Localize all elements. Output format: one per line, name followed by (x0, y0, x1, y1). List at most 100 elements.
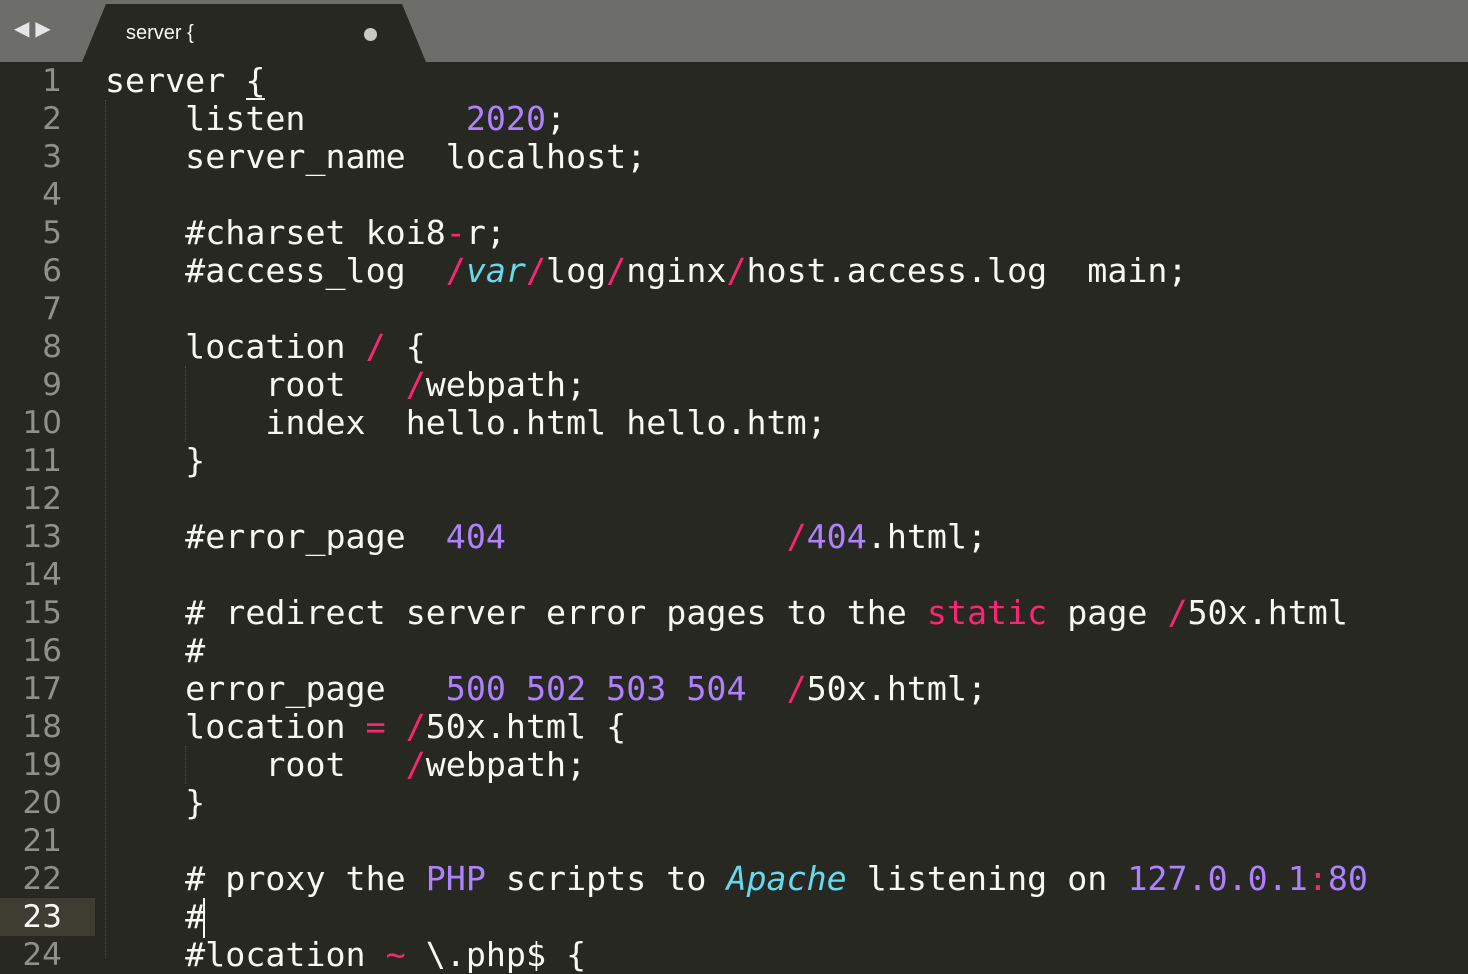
code-line[interactable]: error_page 500 502 503 504 /50x.html; (105, 670, 987, 708)
code-token: root (105, 365, 406, 404)
code-token: #access_log (105, 251, 446, 290)
text-caret (203, 898, 205, 938)
indent-guide (105, 100, 106, 958)
code-line[interactable]: server_name localhost; (105, 138, 646, 176)
code-token: 404 (806, 517, 867, 556)
line-number: 21 (22, 823, 62, 859)
code-token: ; (546, 99, 567, 138)
code-token: ~ (385, 935, 406, 974)
code-line[interactable]: root /webpath; (105, 366, 586, 404)
code-token: - (445, 213, 466, 252)
code-token: / (445, 251, 466, 290)
code-token: page (1047, 593, 1168, 632)
line-number: 7 (42, 291, 62, 327)
code-token: / (786, 669, 807, 708)
code-token: #charset koi8 (105, 213, 446, 252)
code-token: .html; (866, 517, 988, 556)
code-line[interactable]: #error_page 404 /404.html; (105, 518, 987, 556)
code-token: \.php$ { (405, 935, 587, 974)
bracket-match-underline (246, 98, 265, 100)
line-number: 20 (22, 785, 62, 821)
code-editor[interactable]: 1 2 3 4 5 6 7 8 9 10 11 12 13 14 15 16 17 18 19 20 21 22 23 24 … (0, 62, 1468, 974)
code-token: / (405, 707, 426, 746)
code-token: index hello.html hello.htm; (105, 403, 827, 442)
line-number: 18 (22, 709, 62, 745)
code-token: / (405, 745, 426, 784)
unsaved-dot-icon[interactable] (364, 28, 377, 41)
code-token: / (726, 251, 747, 290)
code-line[interactable]: #location ~ \.php$ { (105, 936, 586, 974)
tab-navigation: ◀ ▶ (14, 16, 51, 40)
code-line[interactable]: #charset koi8-r; (105, 214, 506, 252)
code-line[interactable]: } (105, 784, 205, 822)
code-token: root (105, 745, 406, 784)
line-number: 23 (22, 899, 62, 935)
line-number: 15 (22, 595, 62, 631)
code-token: static (926, 593, 1048, 632)
code-token: scripts to (485, 859, 727, 898)
code-line[interactable]: index hello.html hello.htm; (105, 403, 827, 442)
line-number: 22 (22, 861, 62, 897)
code-token: webpath; (425, 365, 587, 404)
code-line[interactable]: # (105, 898, 205, 936)
code-token: PHP (425, 859, 486, 898)
code-line[interactable]: } (105, 442, 205, 480)
code-line[interactable]: server { (105, 62, 265, 100)
code-token: = (365, 707, 386, 746)
code-token: 50x.html (1187, 593, 1348, 632)
code-token: log (546, 251, 607, 290)
back-arrow-icon[interactable]: ◀ (14, 16, 29, 40)
code-line[interactable]: location / { (105, 328, 426, 366)
code-token: / (405, 365, 426, 404)
line-number: 2 (42, 101, 62, 137)
code-token: 127.0.0.1 (1127, 859, 1308, 898)
line-number-gutter: 1 2 3 4 5 6 7 8 9 10 11 12 13 14 15 16 17 18 19 20 21 22 23 24 (0, 62, 95, 973)
line-number: 4 (42, 177, 62, 213)
line-number: 1 (42, 63, 62, 99)
line-number: 6 (42, 253, 62, 289)
code-token: / (786, 517, 807, 556)
code-line[interactable]: # (105, 632, 205, 670)
code-token: 50x.html; (806, 669, 988, 708)
line-number: 12 (22, 481, 62, 517)
code-token: webpath; (425, 745, 587, 784)
code-token: # (105, 631, 206, 670)
line-number: 3 (42, 139, 62, 175)
code-token: 404 (445, 517, 506, 556)
line-number: 10 (22, 405, 62, 441)
line-number: 13 (22, 519, 62, 555)
code-line[interactable]: listen 2020; (105, 100, 566, 138)
line-number: 19 (22, 747, 62, 783)
indent-guide (185, 746, 186, 784)
code-token: / (365, 327, 386, 366)
code-line[interactable]: # redirect server error pages to the sta… (105, 594, 1348, 632)
code-token: 504 (686, 669, 747, 708)
code-token: { (385, 327, 426, 366)
line-number: 17 (22, 671, 62, 707)
tab-title: server { (126, 22, 194, 44)
line-number: 16 (22, 633, 62, 669)
code-token: 50x.html { (425, 707, 627, 746)
line-number: 5 (42, 215, 62, 251)
code-line[interactable]: #access_log /var/log/nginx/host.access.l… (105, 251, 1187, 290)
code-token: #location (105, 935, 386, 974)
code-token: server_name localhost; (105, 137, 647, 176)
line-number: 24 (22, 937, 62, 973)
code-token: # proxy the (105, 859, 426, 898)
code-token: # (105, 897, 206, 936)
code-line[interactable]: # proxy the PHP scripts to Apache listen… (105, 860, 1368, 898)
code-token: #error_page (105, 517, 446, 556)
code-token: Apache (726, 859, 847, 898)
code-line[interactable]: location = /50x.html { (105, 708, 626, 746)
code-line[interactable]: root /webpath; (105, 746, 586, 784)
code-token: / (606, 251, 627, 290)
code-token: r; (465, 213, 506, 252)
tab-server[interactable]: server { (82, 4, 426, 62)
code-token: 80 (1327, 859, 1368, 898)
forward-arrow-icon[interactable]: ▶ (35, 16, 50, 40)
code-token: location (105, 707, 366, 746)
